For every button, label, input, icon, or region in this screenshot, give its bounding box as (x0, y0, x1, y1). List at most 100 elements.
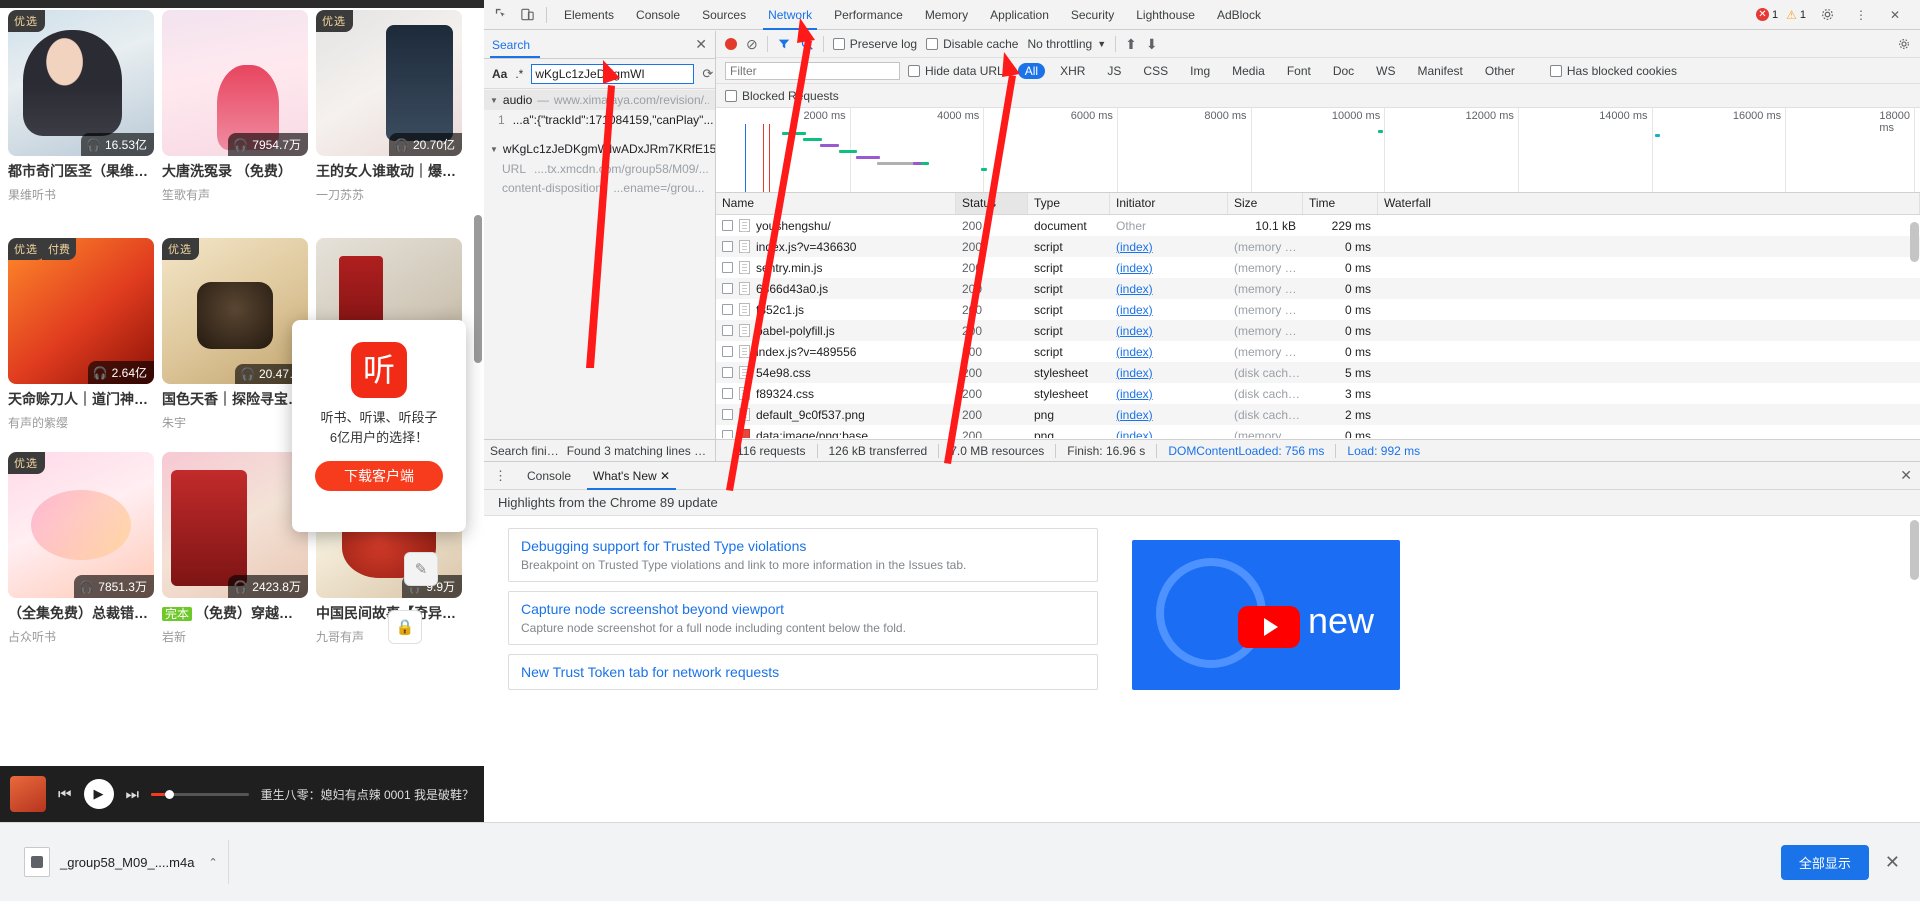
row-checkbox[interactable] (722, 430, 733, 438)
filter-type-doc[interactable]: Doc (1326, 63, 1361, 79)
filter-type-js[interactable]: JS (1100, 63, 1128, 79)
devtools-tabbar[interactable]: Elements Console Sources Network Perform… (484, 0, 1920, 30)
card-title[interactable]: 完本 （免费）穿越… (162, 605, 308, 623)
card-title[interactable]: 都市奇门医圣（果维… (8, 163, 154, 181)
tab-memory[interactable]: Memory (914, 0, 979, 30)
whats-new-body[interactable]: Debugging support for Trusted Type viola… (484, 516, 1920, 822)
table-body[interactable]: youshengshu/200 document Other 10.1 kB 229 m… (716, 215, 1920, 438)
filter-type-ws[interactable]: WS (1369, 63, 1402, 79)
row-checkbox[interactable] (722, 409, 733, 420)
website-content[interactable]: 优选 🎧 16.53亿 都市奇门医圣（果维… 果维听书 🎧 7954.7万 大唐洗冤… (0, 0, 484, 901)
filter-type-css[interactable]: CSS (1136, 63, 1175, 79)
search-result-group[interactable]: ▼ audio — www.ximalaya.com/revision/... (484, 90, 715, 110)
card-title[interactable]: （全集免费）总裁错… (8, 605, 154, 623)
checkbox-icon[interactable] (926, 38, 939, 50)
row-checkbox[interactable] (722, 367, 733, 378)
lock-icon[interactable]: 🔒 (388, 610, 422, 644)
cell-initiator[interactable]: (index) (1110, 324, 1228, 338)
drawer-tab-whats-new[interactable]: What's New ✕ (583, 462, 680, 490)
play-button[interactable]: ▶ (83, 779, 114, 809)
cell-initiator[interactable]: (index) (1110, 282, 1228, 296)
audiobook-card[interactable]: 优选 付费 🎧 2.64亿 天命赊刀人｜道门神… 有声的紫缨 (8, 238, 154, 431)
preserve-log-checkbox[interactable]: Preserve log (832, 37, 917, 51)
filter-type-all[interactable]: All (1017, 62, 1046, 79)
row-checkbox[interactable] (722, 262, 733, 273)
audiobook-card[interactable]: 优选 🎧 7851.3万 （全集免费）总裁错… 占众听书 (8, 452, 154, 645)
close-download-bar-icon[interactable]: ✕ (1885, 852, 1906, 873)
cell-name[interactable]: babel-polyfill.js (716, 324, 956, 338)
filter-type-img[interactable]: Img (1183, 63, 1217, 79)
cell-initiator[interactable]: (index) (1110, 303, 1228, 317)
page-scrollbar[interactable] (474, 215, 482, 363)
drawer-scrollbar[interactable] (1910, 520, 1919, 580)
drawer-tabbar[interactable]: ⋮ Console What's New ✕ ✕ (484, 462, 1920, 490)
cell-name[interactable]: data:image/png;base… (716, 429, 956, 438)
chevron-down-icon[interactable]: ▼ (490, 96, 498, 105)
network-filter-bar[interactable]: Hide data URLs All XHR JS CSS Img Media … (716, 58, 1920, 84)
row-checkbox[interactable] (722, 241, 733, 252)
audiobook-card[interactable]: 🎧 7954.7万 大唐洗冤录 （免费） 笙歌有声 (162, 10, 308, 203)
cell-initiator[interactable]: (index) (1110, 408, 1228, 422)
column-size[interactable]: Size (1228, 193, 1303, 214)
drawer-tab-console[interactable]: Console (517, 462, 581, 490)
close-devtools-icon[interactable]: ✕ (1882, 3, 1908, 27)
search-input[interactable] (531, 63, 695, 84)
filter-type-xhr[interactable]: XHR (1053, 63, 1092, 79)
show-all-downloads-button[interactable]: 全部显示 (1780, 844, 1869, 880)
cell-name[interactable]: youshengshu/ (716, 219, 956, 233)
table-row[interactable]: index.js?v=489556 200 script (index) (memory… (716, 341, 1920, 362)
player-thumbnail[interactable] (10, 776, 46, 812)
cell-name[interactable]: 6666d43a0.js (716, 282, 956, 296)
audiobook-card[interactable]: 优选 🎧 20.47… 国色天香｜探险寻宝… 朱宇 (162, 238, 308, 431)
chevron-up-icon[interactable]: ⌃ (208, 856, 217, 869)
has-blocked-cookies-checkbox[interactable]: Has blocked cookies (1549, 64, 1677, 78)
checkbox-icon[interactable] (725, 89, 737, 102)
search-result-group[interactable]: ▼ wKgLc1zJeDKgmWIwADxJRm7KRfE15... (484, 139, 715, 159)
filter-type-other[interactable]: Other (1478, 63, 1522, 79)
record-button[interactable] (725, 38, 737, 50)
tab-performance[interactable]: Performance (823, 0, 914, 30)
table-row[interactable]: youshengshu/200 document Other 10.1 kB 229 m… (716, 215, 1920, 236)
hide-data-urls-checkbox[interactable]: Hide data URLs (908, 64, 1010, 78)
cell-initiator[interactable]: (index) (1110, 240, 1228, 254)
item-title[interactable]: Capture node screenshot beyond viewport (521, 601, 1085, 617)
table-row[interactable]: default_9c0f537.png 200 png (index) (disk ca… (716, 404, 1920, 425)
close-icon[interactable]: ✕ (695, 36, 707, 53)
app-promo-card[interactable]: 听 听书、听课、听段子 6亿用户的选择！ 下载客户端 (292, 320, 466, 532)
cell-initiator[interactable]: (index) (1110, 345, 1228, 359)
disable-cache-checkbox[interactable]: Disable cache (926, 37, 1018, 51)
whats-new-item[interactable]: New Trust Token tab for network requests (508, 654, 1098, 690)
table-row[interactable]: 54e98.css 200 stylesheet (index) (disk cach…… (716, 362, 1920, 383)
table-row[interactable]: babel-polyfill.js 200 script (index) (memory… (716, 320, 1920, 341)
card-cover[interactable]: 优选 🎧 20.47… (162, 238, 308, 384)
cell-name[interactable]: index.js?v=436630 (716, 240, 956, 254)
more-options-icon[interactable]: ⋮ (1848, 3, 1874, 27)
search-button[interactable] (800, 37, 814, 51)
regex-button[interactable]: .* (515, 67, 523, 81)
item-title[interactable]: New Trust Token tab for network requests (521, 664, 1085, 680)
cell-name[interactable]: 54e98.css (716, 366, 956, 380)
inspect-element-icon[interactable] (488, 3, 514, 27)
cell-initiator[interactable]: (index) (1110, 366, 1228, 380)
table-row[interactable]: f852c1.js 200 script (index) (memory … 0 ms (716, 299, 1920, 320)
card-cover[interactable]: 优选 付费 🎧 2.64亿 (8, 238, 154, 384)
cell-name[interactable]: index.js?v=489556 (716, 345, 956, 359)
download-app-button[interactable]: 下载客户端 (315, 461, 443, 491)
close-drawer-icon[interactable]: ✕ (1900, 467, 1912, 484)
table-row[interactable]: index.js?v=436630 200 script (index) (memory… (716, 236, 1920, 257)
download-bar[interactable]: _group58_M09_....m4a ⌃ 全部显示 ✕ (0, 822, 1920, 901)
column-waterfall[interactable]: Waterfall (1378, 193, 1920, 214)
tab-lighthouse[interactable]: Lighthouse (1125, 0, 1206, 30)
tab-elements[interactable]: Elements (553, 0, 625, 30)
item-title[interactable]: Debugging support for Trusted Type viola… (521, 538, 1085, 554)
card-cover[interactable]: 优选 🎧 20.70亿 (316, 10, 462, 156)
filter-input[interactable] (725, 61, 900, 80)
column-type[interactable]: Type (1028, 193, 1110, 214)
network-requests-table[interactable]: Name Status Type Initiator Size Time Wat… (716, 193, 1920, 438)
filter-type-media[interactable]: Media (1225, 63, 1272, 79)
chevron-down-icon[interactable]: ▼ (1097, 39, 1106, 49)
blocked-requests-checkbox[interactable]: Blocked Requests (725, 89, 839, 103)
search-results-list[interactable]: ▼ audio — www.ximalaya.com/revision/... … (484, 90, 715, 439)
match-case-button[interactable]: Aa (492, 67, 507, 81)
network-overview-timeline[interactable]: 2000 ms 4000 ms 6000 ms 8000 ms 10000 ms… (716, 108, 1920, 193)
